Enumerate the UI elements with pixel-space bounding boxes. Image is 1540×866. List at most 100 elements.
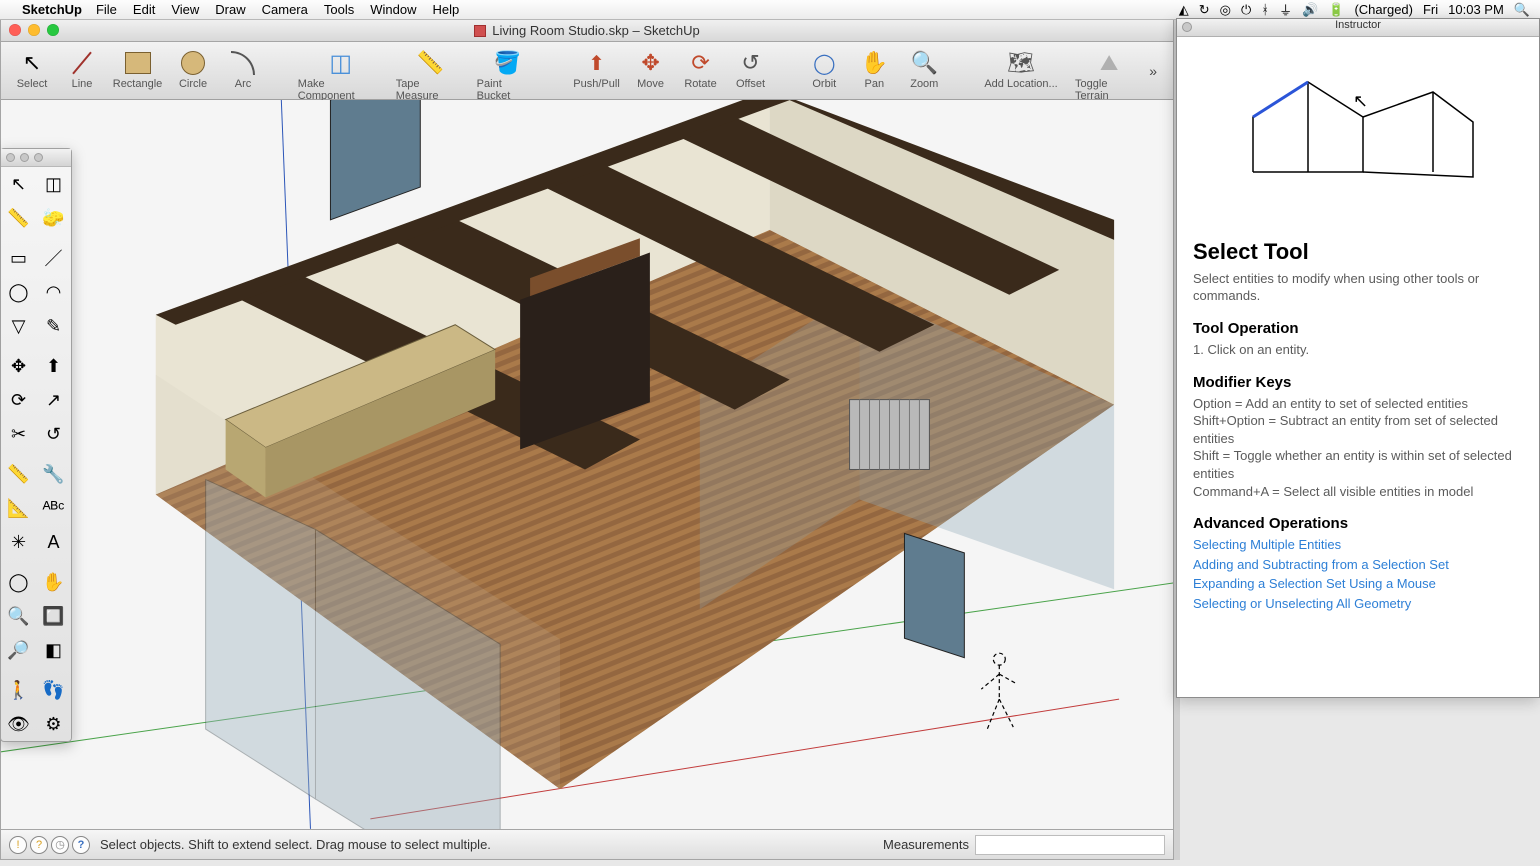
window-title: Living Room Studio.skp – SketchUp <box>492 23 699 38</box>
palette-tool[interactable]: 📐 <box>1 491 36 525</box>
menu-window[interactable]: Window <box>370 2 416 17</box>
palette-tool[interactable]: ↺ <box>36 417 71 451</box>
palette-tool[interactable]: ▽ <box>1 309 36 343</box>
instructor-titlebar[interactable]: Instructor <box>1177 19 1539 37</box>
tool-move[interactable]: Move <box>626 46 676 90</box>
palette-zoom-icon[interactable] <box>34 153 43 162</box>
tool-arc[interactable]: Arc <box>218 46 268 90</box>
status-icon-2[interactable]: ? <box>30 836 48 854</box>
tool-pan[interactable]: Pan <box>849 46 899 90</box>
palette-tool[interactable]: 🧽 <box>36 201 71 235</box>
palette-tool[interactable]: ◠ <box>36 275 71 309</box>
palette-tool[interactable]: ✳ <box>1 525 36 559</box>
battery-icon[interactable]: 🔋 <box>1328 2 1344 18</box>
advanced-op-link[interactable]: Selecting Multiple Entities <box>1193 536 1523 554</box>
menu-view[interactable]: View <box>171 2 199 17</box>
tool-label: Toggle Terrain <box>1075 78 1143 102</box>
tool-tape-measure[interactable]: Tape Measure <box>390 46 471 102</box>
palette-tool[interactable]: ◧ <box>36 633 71 667</box>
tool-toggle-terrain[interactable]: Toggle Terrain <box>1069 46 1149 102</box>
measurements-input[interactable] <box>975 835 1165 855</box>
palette-tool[interactable]: ✎ <box>36 309 71 343</box>
tool-make-component[interactable]: Make Component <box>292 46 390 102</box>
menu-edit[interactable]: Edit <box>133 2 155 17</box>
window-zoom-button[interactable] <box>47 24 59 36</box>
menu-help[interactable]: Help <box>432 2 459 17</box>
menu-draw[interactable]: Draw <box>215 2 245 17</box>
palette-tool[interactable]: ✋ <box>36 565 71 599</box>
spotlight-icon[interactable]: 🔍 <box>1514 2 1530 18</box>
palette-min-icon[interactable] <box>20 153 29 162</box>
toolbar-overflow-icon[interactable]: » <box>1149 63 1167 79</box>
tool-label: Rectangle <box>113 78 163 90</box>
palette-tool[interactable]: 👁 <box>1 707 36 741</box>
zoom-icon <box>909 48 939 78</box>
palette-tool[interactable]: ✥ <box>1 349 36 383</box>
palette-tool[interactable]: ▭ <box>1 241 36 275</box>
palette-tool[interactable]: 📏 <box>1 457 36 491</box>
tool-zoom[interactable]: Zoom <box>899 46 949 90</box>
help-icon[interactable]: ? <box>72 836 90 854</box>
window-minimize-button[interactable] <box>28 24 40 36</box>
palette-tool[interactable]: ⚙ <box>36 707 71 741</box>
spiral-icon[interactable]: ◎ <box>1220 2 1231 18</box>
window-close-button[interactable] <box>9 24 21 36</box>
tool-offset[interactable]: Offset <box>726 46 776 90</box>
tool-paint-bucket[interactable]: Paint Bucket <box>471 46 544 102</box>
palette-tool[interactable]: ◫ <box>36 167 71 201</box>
advanced-op-link[interactable]: Adding and Subtracting from a Selection … <box>1193 556 1523 574</box>
tool-label: Zoom <box>910 78 938 90</box>
palette-tool[interactable]: ⟳ <box>1 383 36 417</box>
palette-tool[interactable]: 🔲 <box>36 599 71 633</box>
palette-tool[interactable]: ⬆ <box>36 349 71 383</box>
tool-label: Select <box>17 78 48 90</box>
tool-palette[interactable]: ↖◫📏🧽▭／◯◠▽✎✥⬆⟳↗✂↺📏🔧📐ᴬᴮᶜ✳A◯✋🔍🔲🔎◧🚶👣👁⚙ <box>0 148 72 742</box>
advanced-op-link[interactable]: Selecting or Unselecting All Geometry <box>1193 595 1523 613</box>
power-icon[interactable]: ⏻ <box>1241 2 1251 18</box>
model-viewport[interactable] <box>1 100 1173 829</box>
tool-rectangle[interactable]: Rectangle <box>107 46 168 90</box>
bluetooth-icon[interactable]: ᚼ <box>1261 2 1269 17</box>
palette-close-icon[interactable] <box>6 153 15 162</box>
wifi-icon[interactable]: ⏚ <box>1279 0 1292 19</box>
palette-tool[interactable]: ᴬᴮᶜ <box>36 491 71 525</box>
status-icon-1[interactable]: ! <box>9 836 27 854</box>
palette-tool[interactable]: 🚶 <box>1 673 36 707</box>
advanced-op-link[interactable]: Expanding a Selection Set Using a Mouse <box>1193 575 1523 593</box>
palette-tool[interactable]: 🔧 <box>36 457 71 491</box>
palette-tool[interactable]: 🔍 <box>1 599 36 633</box>
tool-rotate[interactable]: Rotate <box>676 46 726 90</box>
palette-titlebar[interactable] <box>1 149 71 167</box>
status-icon-3[interactable]: ◷ <box>51 836 69 854</box>
tool-label: Offset <box>736 78 765 90</box>
palette-tool[interactable]: 📏 <box>1 201 36 235</box>
tool-circle[interactable]: Circle <box>168 46 218 90</box>
tool-line[interactable]: Line <box>57 46 107 90</box>
tool-orbit[interactable]: Orbit <box>799 46 849 90</box>
measurements-label: Measurements <box>883 837 969 852</box>
window-titlebar[interactable]: Living Room Studio.skp – SketchUp <box>1 20 1173 42</box>
volume-icon[interactable]: 🔊 <box>1302 2 1318 18</box>
tool-push-pull[interactable]: Push/Pull <box>568 46 626 90</box>
instructor-close-icon[interactable] <box>1182 22 1192 32</box>
palette-tool[interactable]: ✂ <box>1 417 36 451</box>
sync-icon[interactable]: ↻ <box>1199 2 1210 18</box>
palette-tool[interactable]: ◯ <box>1 275 36 309</box>
palette-tool[interactable]: ↗ <box>36 383 71 417</box>
palette-tool[interactable]: ↖ <box>1 167 36 201</box>
menu-tools[interactable]: Tools <box>324 2 354 17</box>
palette-tool[interactable]: 🔎 <box>1 633 36 667</box>
tool-add-location[interactable]: Add Location... <box>973 46 1069 90</box>
document-window: Living Room Studio.skp – SketchUp Select… <box>0 20 1174 860</box>
menu-file[interactable]: File <box>96 2 117 17</box>
gdrive-icon[interactable]: ◭ <box>1179 2 1189 18</box>
palette-tool[interactable]: ◯ <box>1 565 36 599</box>
app-name[interactable]: SketchUp <box>22 2 82 17</box>
palette-tool[interactable]: A <box>36 525 71 559</box>
instructor-title: Instructor <box>1335 19 1381 31</box>
menu-camera[interactable]: Camera <box>262 2 308 17</box>
palette-tool[interactable]: ／ <box>36 241 71 275</box>
viewport-canvas[interactable] <box>1 100 1173 829</box>
tool-select[interactable]: Select <box>7 46 57 90</box>
palette-tool[interactable]: 👣 <box>36 673 71 707</box>
